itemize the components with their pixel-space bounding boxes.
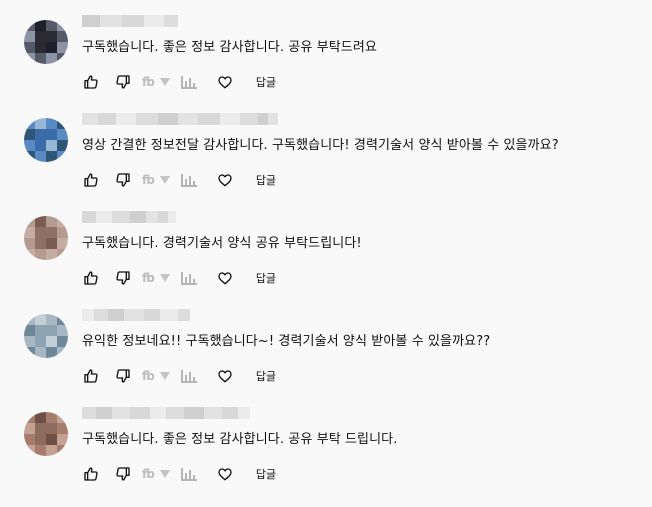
thumbs-down-icon	[115, 466, 131, 482]
like-button[interactable]	[82, 270, 100, 286]
heart-button[interactable]	[216, 368, 234, 384]
reply-button[interactable]: 답글	[256, 172, 276, 188]
extension-logo-icon[interactable]: fb	[142, 173, 170, 187]
stats-chart-icon[interactable]	[180, 75, 198, 89]
stats-chart-icon[interactable]	[180, 173, 198, 187]
dropdown-triangle-icon	[159, 372, 170, 380]
dislike-button[interactable]	[114, 172, 132, 188]
thumbs-up-icon	[83, 368, 99, 384]
dropdown-triangle-icon	[159, 274, 170, 282]
extension-logo-icon[interactable]: fb	[142, 75, 170, 89]
username-blurred[interactable]	[82, 211, 176, 225]
heart-icon	[217, 74, 233, 90]
username-blurred[interactable]	[82, 15, 178, 29]
avatar[interactable]	[24, 118, 68, 162]
extension-logo-icon[interactable]: fb	[142, 369, 170, 383]
thumbs-up-icon	[83, 172, 99, 188]
thumbs-down-icon	[115, 172, 131, 188]
thumbs-down-icon	[115, 74, 131, 90]
comment: 구독했습니다. 좋은 정보 감사합니다. 공유 부탁드려요 fb 답글	[0, 6, 652, 104]
reply-button[interactable]: 답글	[256, 466, 276, 482]
comment-text: 구독했습니다. 좋은 정보 감사합니다. 공유 부탁드려요	[82, 40, 377, 55]
comment-text: 구독했습니다. 경력기술서 양식 공유 부탁드립니다!	[82, 236, 362, 251]
comment-actions: fb 답글	[82, 268, 276, 288]
stats-chart-icon[interactable]	[180, 369, 198, 383]
thumbs-down-icon	[115, 270, 131, 286]
heart-icon	[217, 466, 233, 482]
like-button[interactable]	[82, 74, 100, 90]
dislike-button[interactable]	[114, 368, 132, 384]
extension-logo-icon[interactable]: fb	[142, 467, 170, 481]
comment-actions: fb 답글	[82, 366, 276, 386]
reply-button[interactable]: 답글	[256, 270, 276, 286]
reply-button[interactable]: 답글	[256, 368, 276, 384]
avatar[interactable]	[24, 314, 68, 358]
avatar[interactable]	[24, 20, 68, 64]
avatar[interactable]	[24, 216, 68, 260]
comment-text: 영상 간결한 정보전달 감사합니다. 구독했습니다! 경력기술서 양식 받아볼 …	[82, 138, 559, 153]
dropdown-triangle-icon	[159, 470, 170, 478]
dropdown-triangle-icon	[159, 176, 170, 184]
comment-actions: fb 답글	[82, 170, 276, 190]
thumbs-up-icon	[83, 74, 99, 90]
thumbs-down-icon	[115, 368, 131, 384]
dislike-button[interactable]	[114, 270, 132, 286]
thumbs-up-icon	[83, 270, 99, 286]
heart-button[interactable]	[216, 74, 234, 90]
comment-actions: fb 답글	[82, 464, 276, 484]
heart-icon	[217, 270, 233, 286]
username-blurred[interactable]	[82, 309, 190, 323]
stats-chart-icon[interactable]	[180, 467, 198, 481]
comment-text: 구독했습니다. 좋은 정보 감사합니다. 공유 부탁 드립니다.	[82, 432, 398, 447]
heart-button[interactable]	[216, 172, 234, 188]
comment-text: 유익한 정보네요!! 구독했습니다~! 경력기술서 양식 받아볼 수 있을까요?…	[82, 334, 491, 349]
like-button[interactable]	[82, 172, 100, 188]
comment: 구독했습니다. 좋은 정보 감사합니다. 공유 부탁 드립니다. fb 답글	[0, 398, 652, 496]
like-button[interactable]	[82, 368, 100, 384]
reply-button[interactable]: 답글	[256, 74, 276, 90]
dislike-button[interactable]	[114, 466, 132, 482]
comment: 영상 간결한 정보전달 감사합니다. 구독했습니다! 경력기술서 양식 받아볼 …	[0, 104, 652, 202]
heart-button[interactable]	[216, 466, 234, 482]
heart-icon	[217, 368, 233, 384]
thumbs-up-icon	[83, 466, 99, 482]
dropdown-triangle-icon	[159, 78, 170, 86]
username-blurred[interactable]	[82, 113, 278, 127]
comment-actions: fb 답글	[82, 72, 276, 92]
heart-icon	[217, 172, 233, 188]
username-blurred[interactable]	[82, 407, 250, 421]
extension-logo-icon[interactable]: fb	[142, 271, 170, 285]
dislike-button[interactable]	[114, 74, 132, 90]
stats-chart-icon[interactable]	[180, 271, 198, 285]
like-button[interactable]	[82, 466, 100, 482]
avatar[interactable]	[24, 412, 68, 456]
comment: 구독했습니다. 경력기술서 양식 공유 부탁드립니다! fb 답글	[0, 202, 652, 300]
comment: 유익한 정보네요!! 구독했습니다~! 경력기술서 양식 받아볼 수 있을까요?…	[0, 300, 652, 398]
heart-button[interactable]	[216, 270, 234, 286]
